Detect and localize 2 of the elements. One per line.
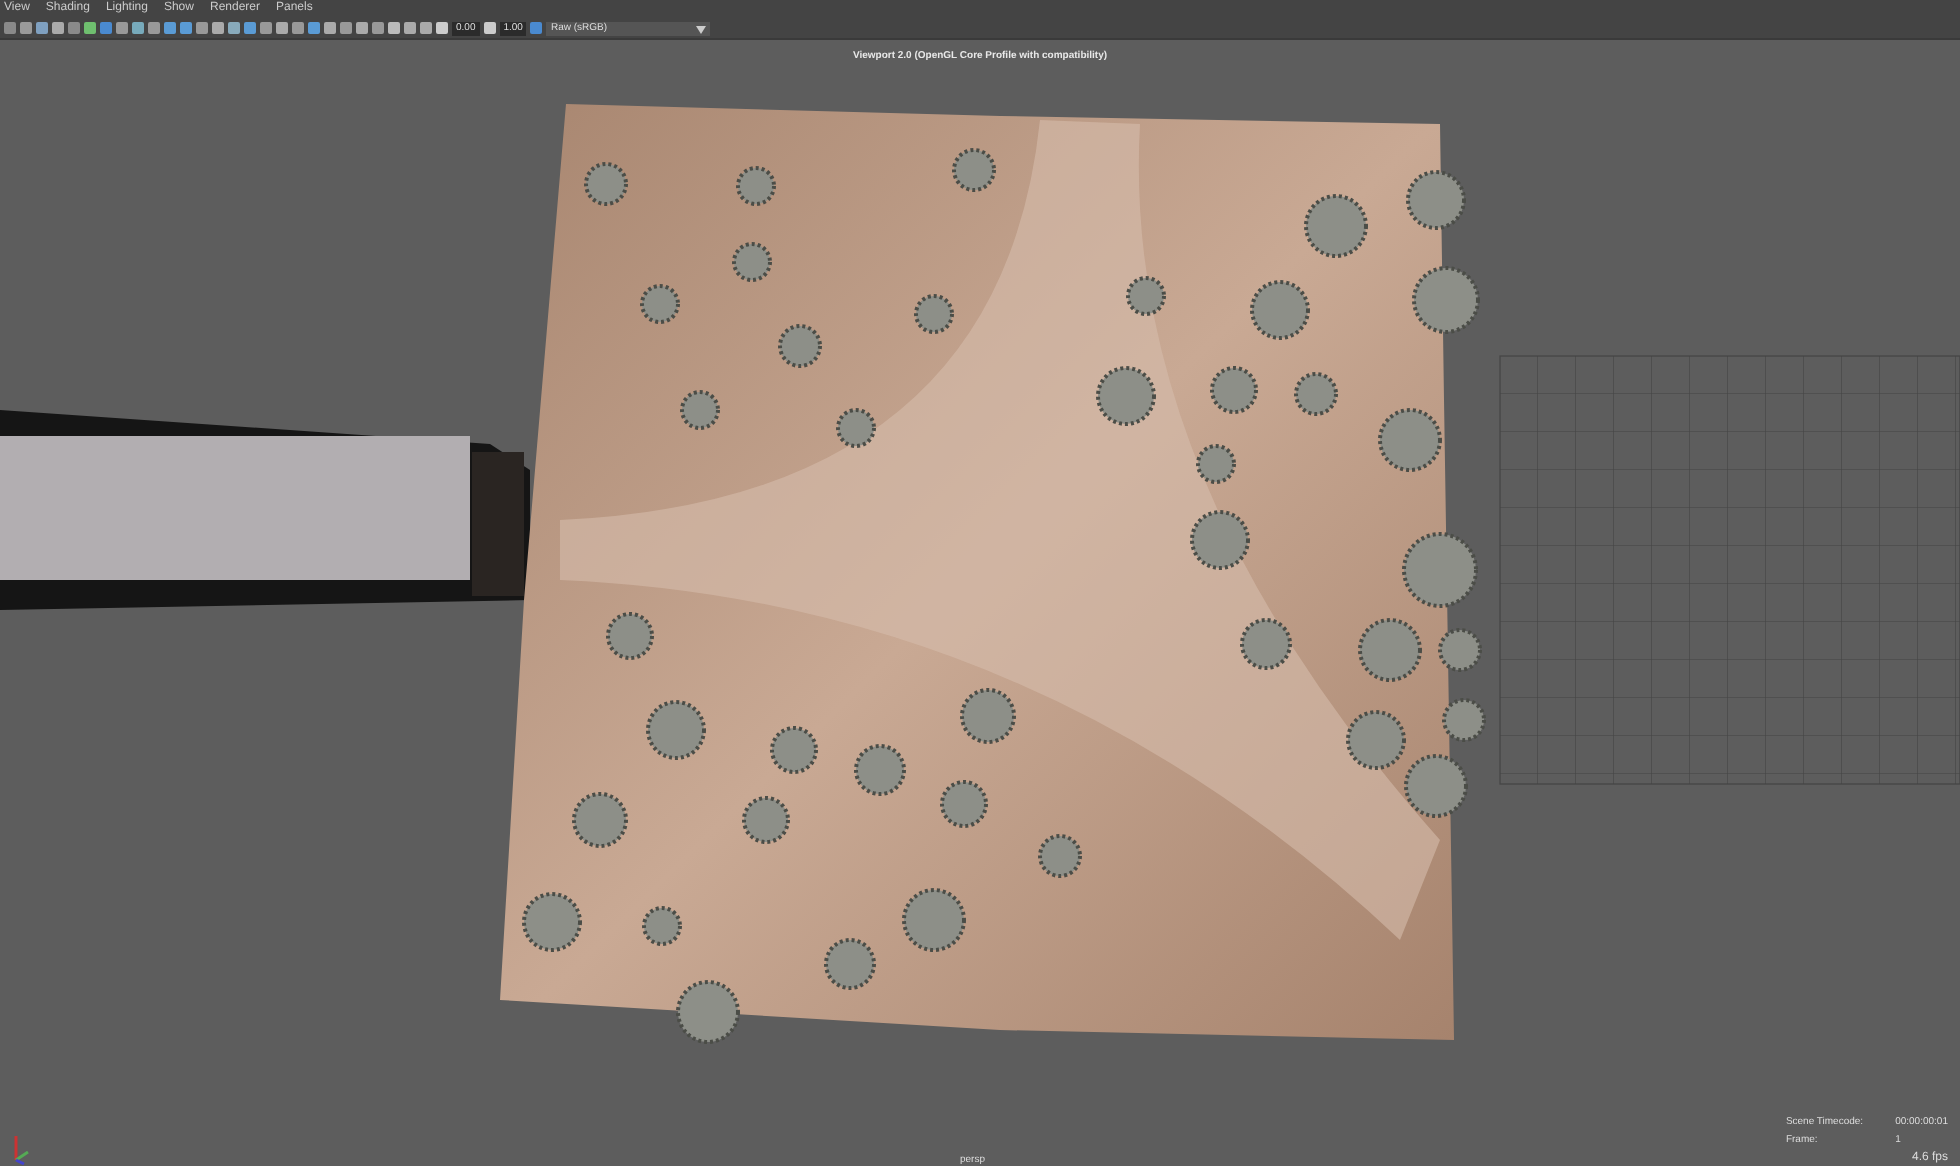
caret-icon [696,25,707,33]
axis-icon [14,1136,29,1166]
